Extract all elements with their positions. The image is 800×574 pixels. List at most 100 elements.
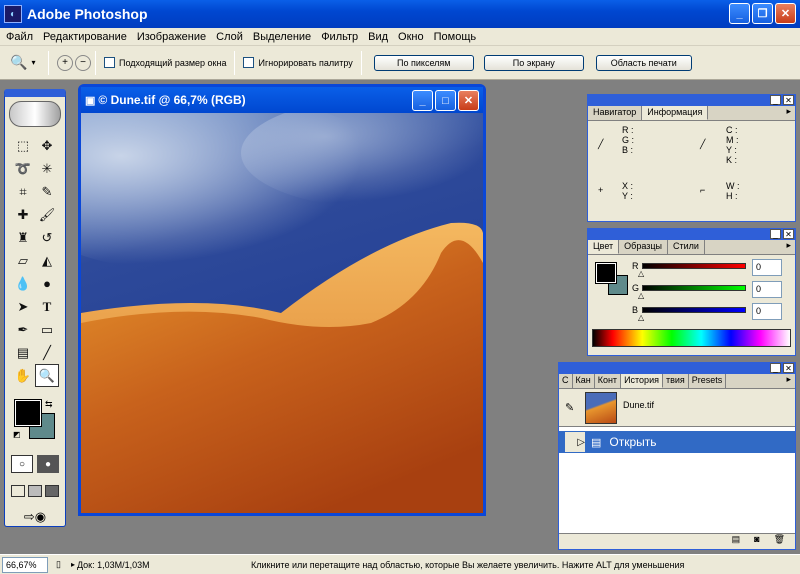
menu-layer[interactable]: Слой [212,31,249,43]
color-panel-foreground-swatch[interactable] [595,262,617,284]
blur-tool-icon[interactable]: 💧 [11,272,35,295]
default-colors-icon[interactable]: ◩ [13,430,21,439]
tab-paths[interactable]: Конт [595,374,622,388]
close-button[interactable]: ✕ [775,3,796,24]
menu-edit[interactable]: Редактирование [39,31,133,43]
doc-size-arrow-icon[interactable]: ▸ [71,560,75,569]
restore-button[interactable]: ❐ [752,3,773,24]
foreground-color-swatch[interactable] [14,399,42,427]
tab-color[interactable]: Цвет [588,240,620,254]
channel-b-thumb-icon[interactable]: △ [638,313,644,322]
tab-channels[interactable]: Кан [573,374,595,388]
channel-r-slider[interactable] [642,263,746,269]
history-panel-menu-arrow-icon[interactable]: ▸ [782,374,795,388]
history-brush-source-icon[interactable]: ✎ [565,401,574,414]
marquee-tool-icon[interactable]: ⬚ [11,134,35,157]
jump-to-imageready-icon[interactable]: ⇨◉ [13,509,57,527]
channel-r-input[interactable]: 0 [752,259,782,276]
minimize-button[interactable]: _ [729,3,750,24]
menu-window[interactable]: Окно [394,31,430,43]
panel-menu-arrow-icon[interactable]: ▸ [782,106,795,120]
zoom-tool-icon[interactable]: 🔍 [35,364,59,387]
lasso-tool-icon[interactable]: ➰ [11,157,35,180]
new-snapshot-icon[interactable]: ◙ [754,534,759,547]
move-tool-icon[interactable]: ✥ [35,134,59,157]
channel-b-input[interactable]: 0 [752,303,782,320]
shape-tool-icon[interactable]: ▭ [35,318,59,341]
screen-mode-3-icon[interactable] [45,485,59,497]
tab-swatches[interactable]: Образцы [619,240,668,254]
zoom-in-icon[interactable]: + [57,54,73,71]
tab-styles[interactable]: Стили [668,240,705,254]
hand-tool-icon[interactable]: ✋ [11,364,35,387]
new-document-icon[interactable]: ▤ [732,534,741,547]
document-close-button[interactable]: ✕ [458,90,479,111]
history-panel-minimize-button[interactable]: _ [770,363,781,373]
app-title: Adobe Photoshop [27,6,148,22]
color-panel-menu-arrow-icon[interactable]: ▸ [782,240,795,254]
history-brush-tool-icon[interactable]: ↺ [35,226,59,249]
tab-history-c[interactable]: С [559,374,573,388]
history-step-icon: ▤ [591,436,602,449]
eraser-tool-icon[interactable]: ▱ [11,249,35,272]
screen-mode-2-icon[interactable] [28,485,42,497]
zoom-out-icon[interactable]: − [75,54,91,71]
magic-wand-tool-icon[interactable]: ✳ [35,157,59,180]
eyedropper-tool-icon[interactable]: ╱ [35,341,59,364]
standard-mode-icon[interactable]: ○ [11,455,33,473]
screen-mode-1-icon[interactable] [11,485,25,497]
document-minimize-button[interactable]: _ [412,90,433,111]
menu-select[interactable]: Выделение [249,31,317,43]
print-size-button[interactable]: Область печати [595,54,692,71]
dune-image[interactable] [81,113,483,513]
channel-b-slider[interactable] [642,307,746,313]
doc-info-icon[interactable]: ▯ [56,559,61,570]
slice-tool-icon[interactable]: ✎ [35,180,59,203]
pen-tool-icon[interactable]: ✒ [11,318,35,341]
delete-icon[interactable]: 🗑 [774,534,785,547]
info-panel-close-button[interactable]: ✕ [783,95,794,105]
healing-brush-tool-icon[interactable]: ✚ [11,203,35,226]
path-selection-tool-icon[interactable]: ➤ [11,295,35,318]
ignore-palettes-checkbox[interactable]: Игнорировать палитру [243,57,353,68]
channel-g-input[interactable]: 0 [752,281,782,298]
tab-presets[interactable]: Presets [689,374,727,388]
menu-help[interactable]: Помощь [430,31,483,43]
type-tool-icon[interactable]: T [35,295,59,318]
menu-filter[interactable]: Фильтр [317,31,364,43]
quick-mask-icon[interactable]: ● [37,455,59,473]
channel-g-slider[interactable] [642,285,746,291]
menu-image[interactable]: Изображение [133,31,212,43]
snapshot-row[interactable]: ✎ Dune.tif [559,389,795,427]
channel-g-thumb-icon[interactable]: △ [638,291,644,300]
document-maximize-button[interactable]: □ [435,90,456,111]
menu-file[interactable]: Файл [2,31,39,43]
channel-r-thumb-icon[interactable]: △ [638,269,644,278]
brush-tool-icon[interactable]: 🖌 [35,203,59,226]
tab-navigator[interactable]: Навигатор [588,106,643,120]
tab-actions[interactable]: твия [663,374,689,388]
history-panel-close-button[interactable]: ✕ [783,363,794,373]
color-panel-close-button[interactable]: ✕ [783,229,794,239]
notes-tool-icon[interactable]: ▤ [11,341,35,364]
crop-tool-icon[interactable]: ⌗ [11,180,35,203]
actual-pixels-button[interactable]: По пикселям [373,54,474,71]
tab-info[interactable]: Информация [642,106,709,120]
info-k-label: K : [726,155,738,165]
menu-view[interactable]: Вид [364,31,394,43]
zoom-tool-preset-icon[interactable]: 🔍 ▾ [10,54,44,71]
swap-colors-icon[interactable]: ⇆ [45,399,53,410]
adobe-online-icon[interactable] [9,101,61,127]
dodge-tool-icon[interactable]: ● [35,272,59,295]
info-panel-minimize-button[interactable]: _ [770,95,781,105]
image-canvas[interactable] [81,113,483,513]
paint-bucket-tool-icon[interactable]: ◭ [35,249,59,272]
color-ramp[interactable] [592,329,791,347]
color-panel-minimize-button[interactable]: _ [770,229,781,239]
tab-history[interactable]: История [621,374,663,388]
history-step-row[interactable]: ▷ ▤ Открыть [559,431,795,453]
fit-screen-button[interactable]: По экрану [483,54,584,71]
clone-stamp-tool-icon[interactable]: ♜ [11,226,35,249]
resize-windows-checkbox[interactable]: Подходящий размер окна [104,57,226,68]
zoom-field[interactable]: 66,67% [2,556,48,573]
